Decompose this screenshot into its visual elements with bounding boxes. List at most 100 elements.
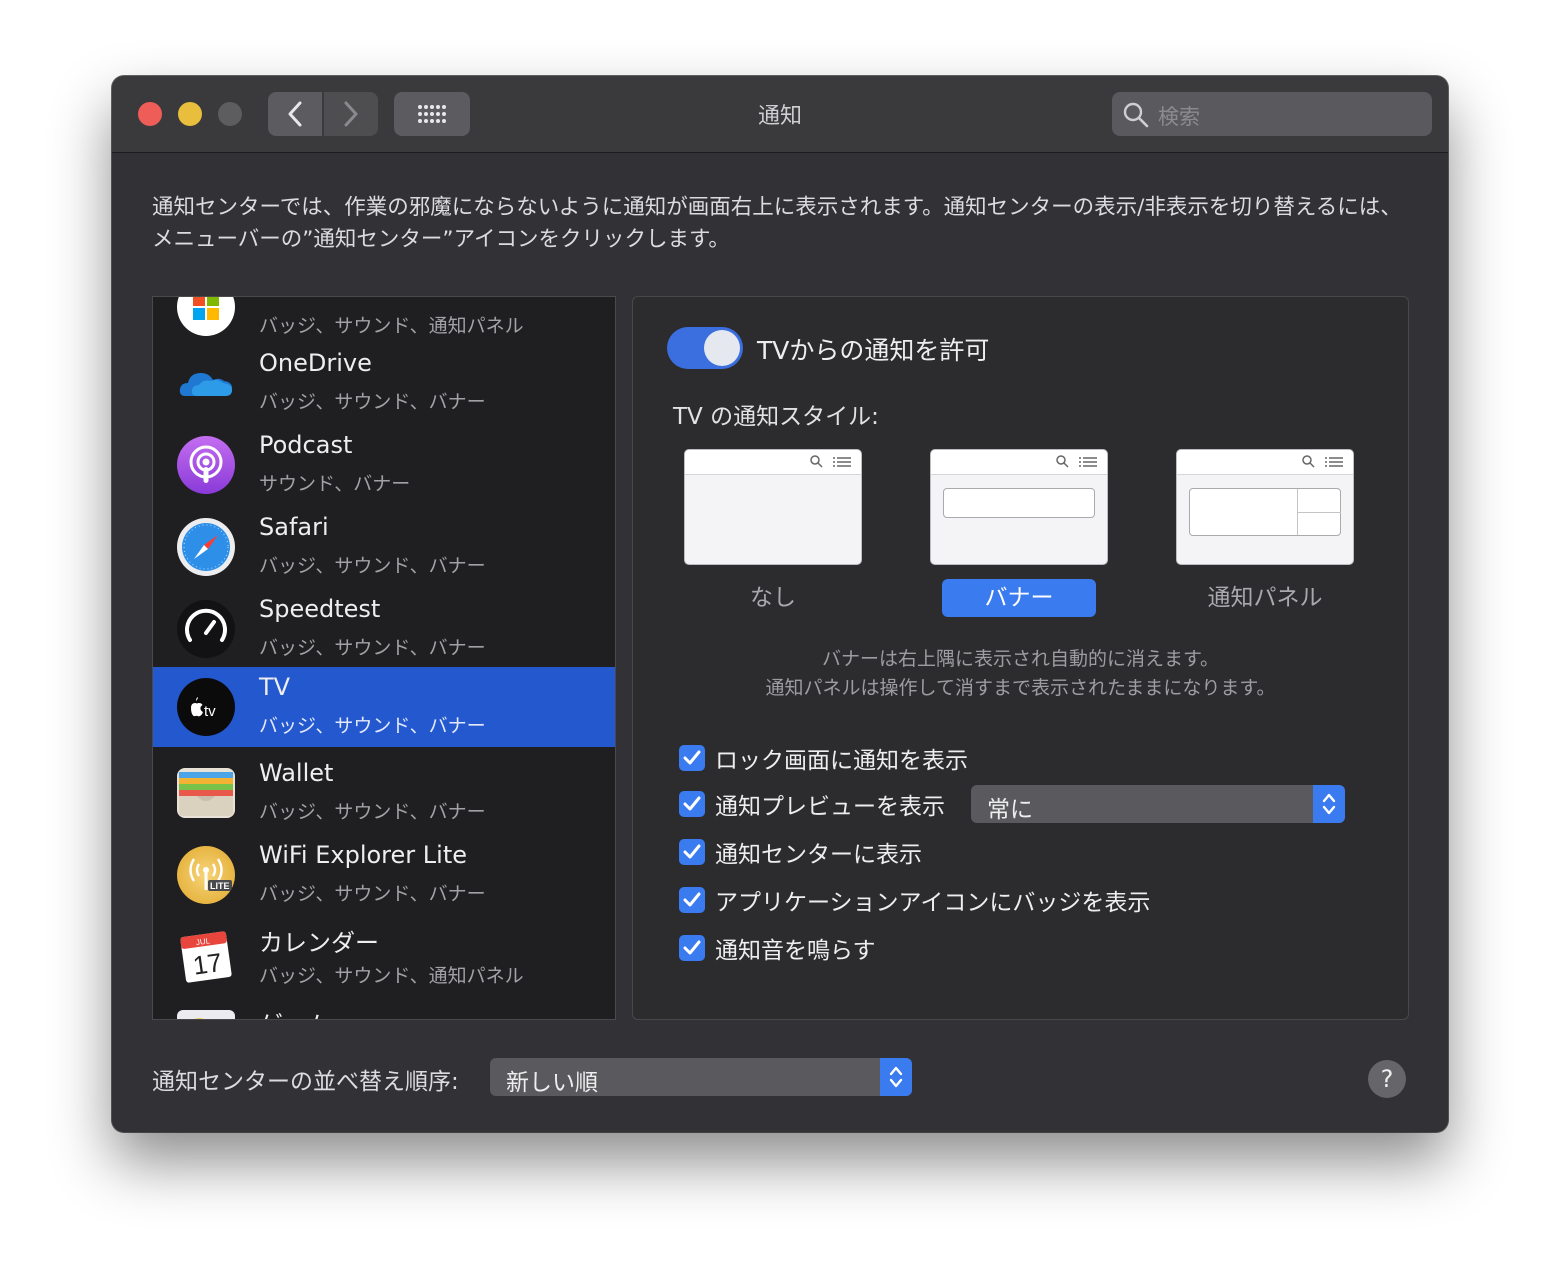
allow-notifications-label: TVからの通知を許可: [757, 336, 990, 365]
app-subtitle: バッジ、サウンド、バナー: [259, 715, 486, 737]
search-placeholder: 検索: [1158, 105, 1200, 129]
checkbox-lock-screen[interactable]: [679, 745, 705, 771]
option-lock-screen[interactable]: ロック画面に通知を表示: [679, 743, 968, 774]
option-label: アプリケーションアイコンにバッジを表示: [715, 890, 1151, 916]
style-help-text: バナーは右上隅に表示され自動的に消えます。 通知パネルは操作して消すまで表示され…: [633, 645, 1408, 703]
app-name: Wallet: [259, 759, 334, 787]
safari-icon: [177, 518, 235, 576]
microsoft-icon: [177, 297, 235, 336]
app-subtitle: バッジ、サウンド、通知パネル: [259, 315, 524, 337]
game-center-icon: [177, 1010, 235, 1019]
checkmark-icon: [683, 750, 701, 765]
checkbox-preview[interactable]: [679, 791, 705, 817]
style-label-none[interactable]: なし: [696, 579, 850, 617]
app-subtitle: サウンド、バナー: [259, 473, 411, 495]
lite-badge-text: LITE: [210, 881, 230, 891]
search-field[interactable]: 検索: [1112, 92, 1432, 136]
mini-list-icon: [1325, 457, 1343, 467]
app-name: OneDrive: [259, 349, 372, 377]
search-icon: [1123, 102, 1149, 128]
style-preview-none[interactable]: [684, 449, 862, 565]
option-label: 通知プレビューを表示: [715, 794, 945, 820]
checkmark-icon: [683, 940, 701, 955]
app-subtitle: バッジ、サウンド、バナー: [259, 801, 486, 823]
toggle-knob: [704, 330, 740, 366]
style-label-alerts[interactable]: 通知パネル: [1188, 579, 1342, 617]
app-subtitle: バッジ、サウンド、バナー: [259, 637, 486, 659]
option-badge[interactable]: アプリケーションアイコンにバッジを表示: [679, 885, 1151, 916]
mini-search-icon: [810, 455, 823, 468]
style-help-line-2: 通知パネルは操作して消すまで表示されたままになります。: [765, 677, 1276, 699]
help-button[interactable]: ?: [1368, 1060, 1406, 1098]
wallet-icon: [177, 764, 235, 822]
option-preview[interactable]: 通知プレビューを表示: [679, 789, 945, 820]
app-row-onedrive[interactable]: OneDrive バッジ、サウンド、バナー: [153, 343, 615, 423]
option-label: 通知音を鳴らす: [715, 938, 876, 964]
select-arrows-icon: [1313, 785, 1345, 823]
banner-preview-box: [943, 488, 1095, 518]
preferences-window: 通知 検索 通知センターでは、作業の邪魔にならないように通知が画面右上に表示され…: [112, 76, 1448, 1132]
wifi-explorer-icon: LITE: [177, 846, 235, 904]
alert-preview-box: [1189, 488, 1341, 536]
option-sound[interactable]: 通知音を鳴らす: [679, 933, 876, 964]
allow-notifications-toggle[interactable]: [667, 327, 743, 369]
style-label-banner[interactable]: バナー: [942, 579, 1096, 617]
checkmark-icon: [683, 844, 701, 859]
app-row-wifi-explorer[interactable]: LITE WiFi Explorer Lite バッジ、サウンド、バナー: [153, 835, 615, 915]
app-name: Podcast: [259, 431, 353, 459]
style-help-line-1: バナーは右上隅に表示され自動的に消えます。: [821, 648, 1220, 670]
style-option-none[interactable]: なし: [684, 449, 862, 617]
app-row-podcast[interactable]: Podcast サウンド、バナー: [153, 425, 615, 505]
alert-style-label: TV の通知スタイル:: [673, 404, 879, 430]
app-row-safari[interactable]: Safari バッジ、サウンド、バナー: [153, 507, 615, 587]
style-option-banner[interactable]: バナー: [930, 449, 1108, 617]
podcast-icon: [177, 436, 235, 494]
app-subtitle: バッジ、サウンド、バナー: [259, 391, 486, 413]
checkmark-icon: [683, 796, 701, 811]
tv-icon-text: tv: [204, 703, 216, 720]
description-text: 通知センターでは、作業の邪魔にならないように通知が画面右上に表示されます。通知セ…: [152, 195, 1402, 252]
app-name: Safari: [259, 513, 329, 541]
mini-list-icon: [833, 457, 851, 467]
app-subtitle: バッジ、サウンド、通知パネル: [259, 965, 524, 987]
app-name: TV: [259, 673, 291, 701]
app-row-speedtest[interactable]: Speedtest バッジ、サウンド、バナー: [153, 589, 615, 669]
option-label: ロック画面に通知を表示: [715, 748, 968, 774]
style-preview-alerts[interactable]: [1176, 449, 1354, 565]
app-name: Speedtest: [259, 595, 381, 623]
calendar-icon: JUL 17: [177, 928, 235, 986]
calendar-day-text: 17: [191, 947, 224, 981]
checkbox-sound[interactable]: [679, 935, 705, 961]
mini-search-icon: [1302, 455, 1315, 468]
sort-order-select[interactable]: 新しい順: [490, 1058, 912, 1096]
style-preview-banner[interactable]: [930, 449, 1108, 565]
app-row-calendar[interactable]: JUL 17 カレンダー バッジ、サウンド、通知パネル: [153, 917, 615, 997]
app-row-tv[interactable]: tv TV バッジ、サウンド、バナー: [153, 667, 615, 747]
speedtest-icon: [177, 600, 235, 658]
style-option-alerts[interactable]: 通知パネル: [1176, 449, 1354, 617]
titlebar: 通知 検索: [112, 76, 1448, 153]
preview-select[interactable]: 常に: [971, 785, 1345, 823]
mini-list-icon: [1079, 457, 1097, 467]
app-subtitle: バッジ、サウンド、バナー: [259, 555, 486, 577]
option-label: 通知センターに表示: [715, 842, 922, 868]
sort-order-value: 新しい順: [506, 1070, 598, 1096]
app-row-wallet[interactable]: Wallet バッジ、サウンド、バナー: [153, 753, 615, 833]
onedrive-icon: [177, 354, 235, 412]
app-subtitle: バッジ、サウンド、バナー: [259, 883, 486, 905]
app-name: WiFi Explorer Lite: [259, 841, 467, 869]
preview-select-value: 常に: [987, 797, 1033, 823]
app-name: ゲーム: [259, 1005, 330, 1019]
mini-search-icon: [1056, 455, 1069, 468]
select-arrows-icon: [880, 1058, 912, 1096]
option-notification-center[interactable]: 通知センターに表示: [679, 837, 922, 868]
app-name: カレンダー: [259, 929, 379, 957]
apple-tv-icon: tv: [177, 678, 235, 736]
checkmark-icon: [683, 892, 701, 907]
checkbox-notification-center[interactable]: [679, 839, 705, 865]
sort-order-label: 通知センターの並べ替え順序:: [152, 1069, 459, 1095]
app-list[interactable]: バッジ、サウンド、通知パネル OneDrive バッジ、サウンド、バナー Pod…: [152, 296, 616, 1020]
app-row-game-center[interactable]: ゲーム: [153, 999, 615, 1019]
app-row-microsoft[interactable]: バッジ、サウンド、通知パネル: [153, 297, 615, 347]
checkbox-badge[interactable]: [679, 887, 705, 913]
